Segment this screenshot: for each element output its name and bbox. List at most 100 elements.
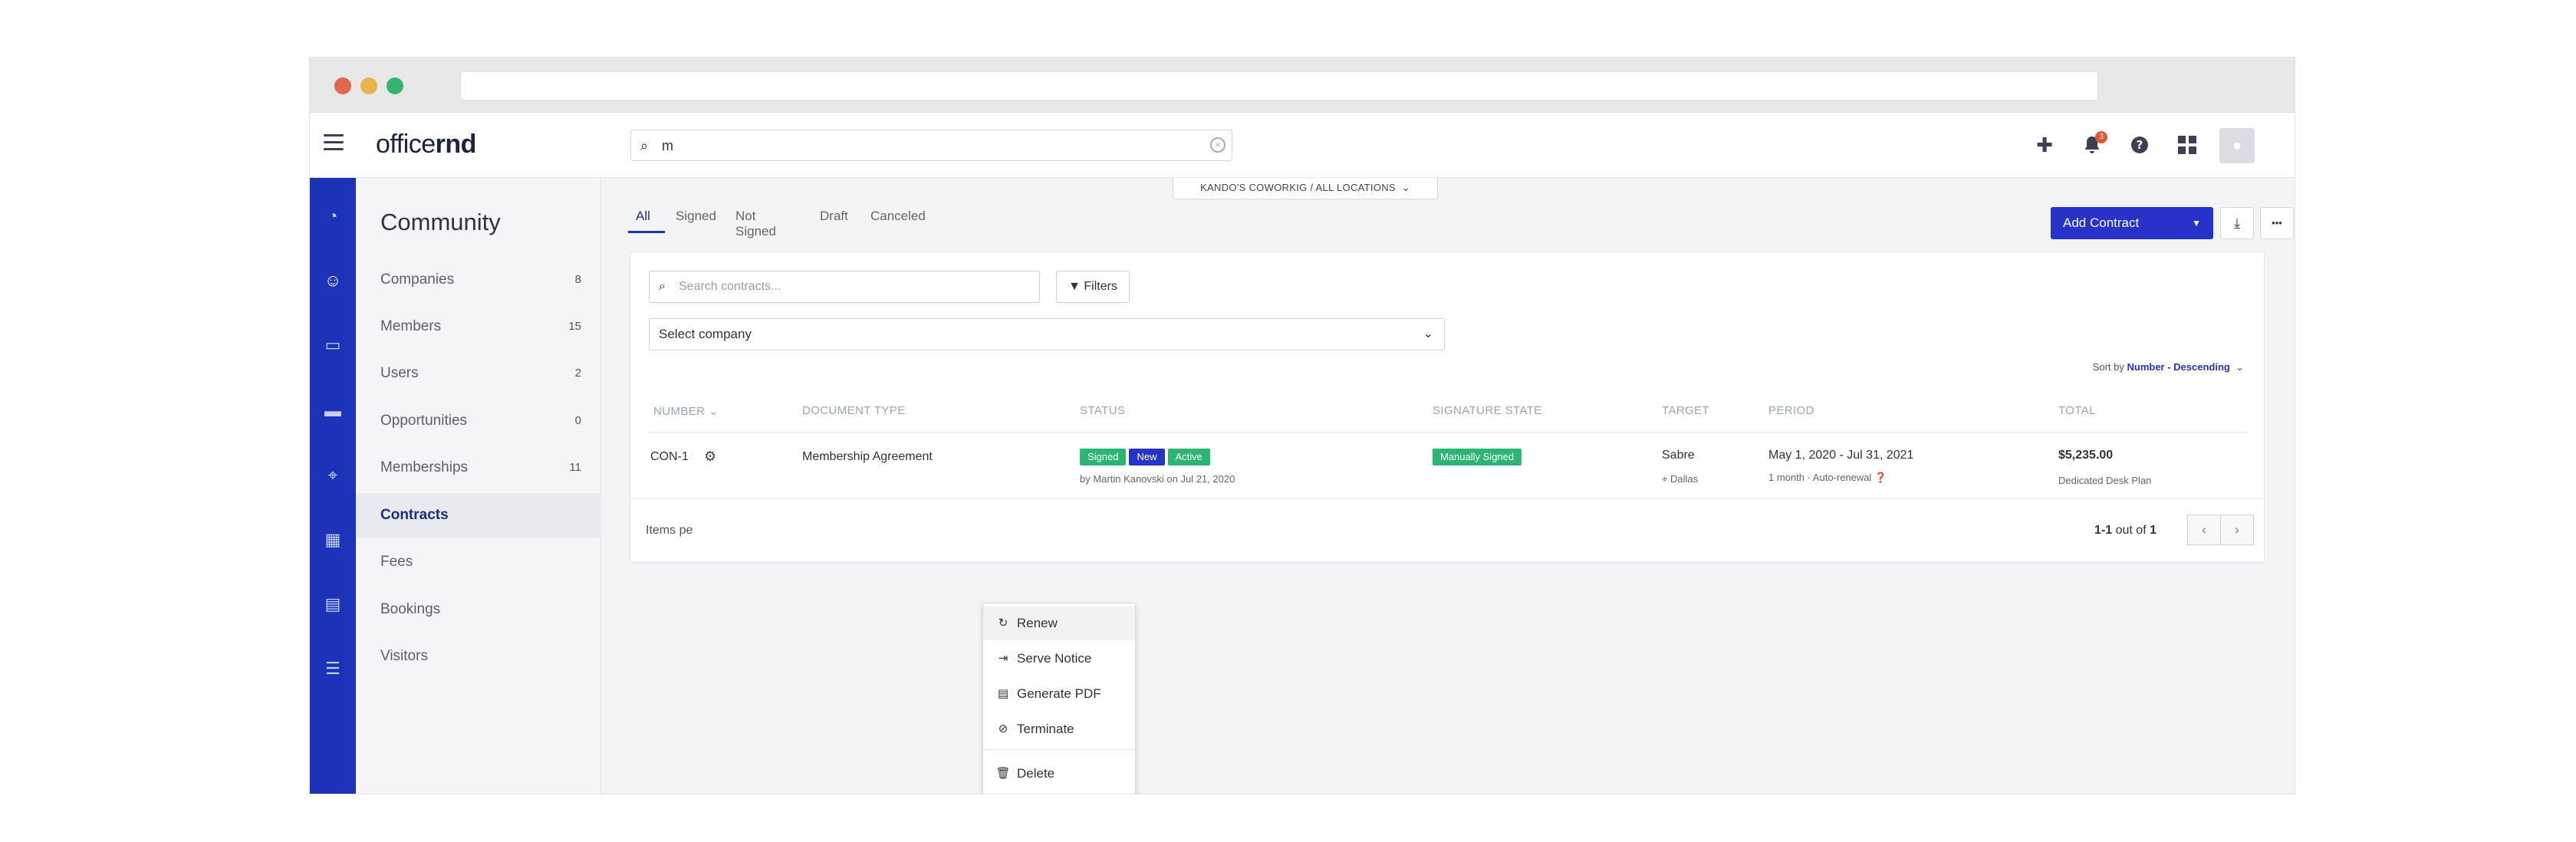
sidebar-item-visitors[interactable]: Visitors (356, 634, 601, 679)
browser-window: officernd ⌕ m × ✚ 3 ? ● ◔ ☺ ▭ ▬ ⌖ ▦ ▤ ☰ … (309, 57, 2295, 794)
clear-search-icon[interactable]: × (1210, 137, 1225, 153)
tab-not-signed[interactable]: Not Signed (735, 209, 776, 239)
apps-icon[interactable] (2170, 128, 2204, 162)
contract-search-input[interactable] (679, 278, 1024, 296)
header-signature-state: SIGNATURE STATE (1433, 404, 1542, 417)
company-select[interactable]: Select company ⌄ (649, 318, 1445, 350)
location-switcher[interactable]: KANDO'S COWORKIG / ALL LOCATIONS ⌄ (1173, 178, 1438, 199)
signature-state: Manually Signed (1433, 449, 1525, 465)
trash-icon: 🗑 (995, 767, 1011, 780)
menu-item-serve-notice[interactable]: ⇥ Serve Notice (983, 642, 1135, 676)
header-target: TARGET (1662, 404, 1710, 417)
sidebar-item-users[interactable]: Users 2 (356, 351, 601, 396)
filters-button[interactable]: ▼ Filters (1056, 271, 1130, 303)
download-icon: ⤓ (2234, 215, 2240, 231)
global-search-input[interactable]: m (662, 138, 673, 154)
tab-signed[interactable]: Signed (676, 209, 716, 224)
document-icon[interactable]: ▤ (321, 592, 345, 617)
settings-sliders-icon[interactable]: ☰ (321, 656, 345, 681)
address-bar[interactable] (460, 71, 2098, 100)
menu-item-terminate[interactable]: ⊘ Terminate (983, 712, 1135, 746)
sidebar-item-companies[interactable]: Companies 8 (356, 258, 601, 302)
sidebar-item-fees[interactable]: Fees (356, 540, 601, 584)
community-icon[interactable]: ☺ (321, 268, 345, 293)
caret-down-icon: ▼ (2192, 218, 2201, 229)
tab-draft[interactable]: Draft (820, 209, 848, 224)
status-by: by Martin Kanovski on Jul 21, 2020 (1080, 473, 1235, 485)
chat-icon[interactable]: ▭ (321, 333, 345, 357)
more-icon: ••• (2272, 217, 2282, 229)
menu-divider (983, 749, 1135, 750)
add-contract-button[interactable]: Add Contract ▼ (2051, 207, 2213, 239)
icon-rail: ◔ ☺ ▭ ▬ ⌖ ▦ ▤ ☰ (310, 178, 356, 794)
sidebar-item-opportunities[interactable]: Opportunities 0 (356, 399, 601, 443)
app-header: officernd ⌕ m × ✚ 3 ? ● (310, 113, 2295, 178)
sidebar-item-memberships[interactable]: Memberships 11 (356, 446, 601, 490)
sort-control[interactable]: Sort by Number - Descending ⌄ (2093, 361, 2244, 373)
contract-number[interactable]: CON-1 (650, 450, 689, 464)
chevron-left-icon: ‹ (2202, 522, 2206, 538)
menu-item-renew[interactable]: ↻ Renew (983, 607, 1135, 640)
help-icon[interactable]: ❓ (1874, 472, 1887, 483)
target-name: Sabre (1662, 449, 1695, 462)
close-window-dot[interactable] (334, 77, 351, 94)
items-per-page-label: Items pe (646, 524, 693, 537)
header-status: STATUS (1080, 404, 1126, 417)
sidebar-item-contracts[interactable]: Contracts (356, 493, 601, 538)
sidebar-item-bookings[interactable]: Bookings (356, 587, 601, 632)
next-page-button[interactable]: › (2220, 515, 2254, 545)
search-icon: ⌕ (640, 138, 649, 153)
header-period: PERIOD (1768, 404, 1814, 417)
contract-context-menu: ↻ Renew ⇥ Serve Notice ▤ Generate PDF ⊘ Term… (982, 603, 1136, 794)
plus-icon[interactable]: ✚ (2028, 128, 2061, 162)
search-icon: ⌕ (659, 280, 666, 293)
help-icon[interactable]: ? (2123, 128, 2157, 162)
chevron-down-icon: ⌄ (1423, 327, 1433, 340)
logo-light: office (376, 130, 436, 159)
maximize-window-dot[interactable] (387, 77, 403, 94)
contract-search-box[interactable]: ⌕ (649, 271, 1040, 303)
sidebar-title: Community (380, 209, 501, 235)
location-icon[interactable]: ⌖ (321, 463, 345, 488)
document-type: Membership Agreement (802, 450, 933, 463)
sidebar-item-members[interactable]: Members 15 (356, 304, 601, 349)
browser-chrome (310, 58, 2295, 113)
target-location: ⌖ Dallas (1662, 473, 1699, 485)
renew-icon: ↻ (998, 617, 1008, 630)
status-badge: Manually Signed (1433, 449, 1522, 465)
hamburger-menu-icon[interactable] (324, 134, 344, 151)
plan-name: Dedicated Desk Plan (2058, 475, 2152, 486)
status-badges: Signed New Active (1080, 449, 1213, 465)
officernd-logo[interactable]: officernd (376, 130, 476, 160)
ban-icon: ⊘ (998, 722, 1008, 735)
more-options-button[interactable]: ••• (2260, 207, 2294, 239)
dashboard-icon[interactable]: ◔ (321, 204, 345, 229)
notification-badge: 3 (2095, 131, 2107, 143)
billing-icon[interactable]: ▬ (321, 399, 345, 423)
notice-icon: ⇥ (998, 652, 1008, 665)
sort-chevron-icon: ⌄ (708, 405, 719, 418)
active-tab-indicator (628, 231, 665, 233)
period-sub: 1 month · Auto-renewal ❓ (1768, 472, 1887, 483)
menu-item-generate-pdf[interactable]: ▤ Generate PDF (983, 677, 1135, 711)
chevron-down-icon: ⌄ (2235, 361, 2244, 373)
menu-item-delete[interactable]: 🗑 Delete (983, 757, 1135, 791)
bell-icon[interactable]: 3 (2075, 128, 2109, 162)
tab-all[interactable]: All (636, 209, 650, 224)
avatar[interactable]: ● (2219, 128, 2255, 163)
global-search-box[interactable]: ⌕ m × (630, 130, 1232, 161)
main-content: KANDO'S COWORKIG / ALL LOCATIONS ⌄ All S… (602, 178, 2295, 794)
period: May 1, 2020 - Jul 31, 2021 (1768, 449, 1914, 462)
download-button[interactable]: ⤓ (2220, 207, 2254, 239)
previous-page-button[interactable]: ‹ (2187, 515, 2221, 545)
calendar-icon[interactable]: ▦ (321, 528, 345, 552)
header-number[interactable]: NUMBER ⌄ (653, 404, 719, 418)
svg-text:?: ? (2137, 138, 2143, 152)
location-pin-icon: ⌖ (1662, 473, 1668, 485)
chevron-right-icon: › (2235, 522, 2239, 538)
chevron-down-icon: ⌄ (1401, 182, 1410, 193)
gear-icon[interactable]: ⚙ (704, 449, 716, 465)
header-document-type: DOCUMENT TYPE (802, 404, 906, 417)
minimize-window-dot[interactable] (360, 77, 377, 94)
tab-canceled[interactable]: Canceled (870, 209, 926, 224)
